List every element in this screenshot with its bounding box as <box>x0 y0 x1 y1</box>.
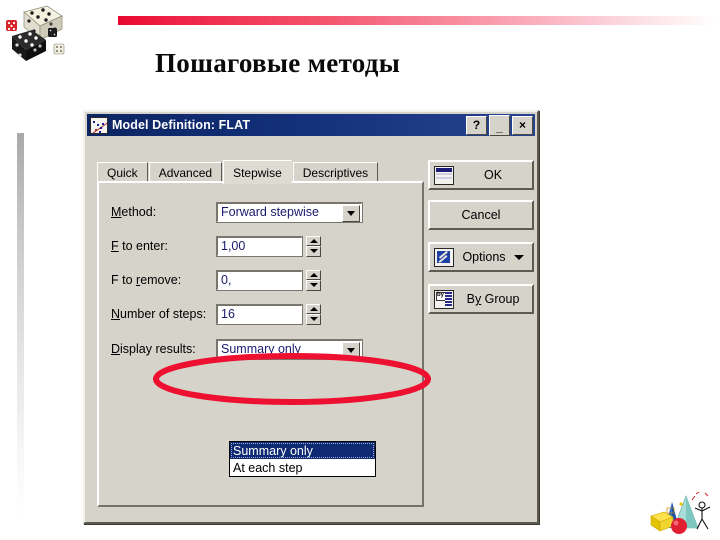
field-row-display-results: Display results: Summary only <box>111 338 363 360</box>
stepwise-tab-panel: Method: Forward stepwise F to enter: 1,0… <box>97 181 424 507</box>
tab-quick[interactable]: Quick <box>97 162 148 182</box>
chevron-down-icon <box>514 254 524 260</box>
options-button-label: Options <box>462 250 506 264</box>
by-group-button-label: By Group <box>466 292 520 306</box>
tab-stepwise[interactable]: Stepwise <box>223 160 292 184</box>
dropdown-option-at-each-step[interactable]: At each step <box>230 459 375 476</box>
tab-descriptives[interactable]: Descriptives <box>292 162 379 182</box>
options-button[interactable]: Options <box>428 242 534 272</box>
field-row-f-to-enter: F to enter: 1,00 <box>111 235 321 257</box>
field-row-number-of-steps: Number of steps: 16 <box>111 303 321 325</box>
by-group-icon: by <box>434 289 454 309</box>
f-to-remove-label: F to remove: <box>111 273 182 287</box>
display-results-value: Summary only <box>221 342 301 356</box>
by-group-button[interactable]: by By Group <box>428 284 534 314</box>
field-row-method: Method: Forward stepwise <box>111 201 363 223</box>
f-to-enter-input[interactable]: 1,00 <box>216 235 303 257</box>
close-button[interactable]: × <box>512 115 533 135</box>
dropdown-option-summary-only[interactable]: Summary only <box>230 442 375 459</box>
stepper-down-icon[interactable] <box>306 280 321 291</box>
left-accent-stripe <box>17 133 24 518</box>
spreadsheet-icon <box>434 165 454 185</box>
method-combobox[interactable]: Forward stepwise <box>216 201 363 223</box>
stepper-up-icon[interactable] <box>306 303 321 314</box>
display-results-combobox[interactable]: Summary only <box>216 338 363 360</box>
stepper-down-icon[interactable] <box>306 246 321 257</box>
number-of-steps-input[interactable]: 16 <box>216 303 303 325</box>
help-button[interactable]: ? <box>466 115 487 135</box>
scatterplot-icon <box>90 116 108 134</box>
tool-icon <box>434 247 454 267</box>
dialog-title: Model Definition: FLAT <box>112 118 251 132</box>
tabstrip: Quick Advanced Stepwise Descriptives <box>97 160 379 184</box>
ok-button-label: OK <box>483 168 503 182</box>
cancel-button-label: Cancel <box>461 208 501 222</box>
number-of-steps-stepper[interactable] <box>306 303 321 325</box>
method-value: Forward stepwise <box>221 205 319 219</box>
number-of-steps-label: Number of steps: <box>111 307 207 321</box>
stepper-down-icon[interactable] <box>306 314 321 325</box>
tab-advanced[interactable]: Advanced <box>148 162 223 182</box>
display-results-dropdown-list[interactable]: Summary only At each step <box>229 441 376 477</box>
field-row-f-to-remove: F to remove: 0, <box>111 269 321 291</box>
dialog-titlebar[interactable]: Model Definition: FLAT ? _ × <box>87 114 535 136</box>
f-to-enter-stepper[interactable] <box>306 235 321 257</box>
f-to-remove-input[interactable]: 0, <box>216 269 303 291</box>
dice-clipart <box>6 5 65 61</box>
display-results-label: Display results: <box>111 342 196 356</box>
chevron-down-icon[interactable] <box>342 341 360 359</box>
red-accent-bar <box>118 16 718 25</box>
3d-shapes-clipart <box>650 491 711 534</box>
stepper-up-icon[interactable] <box>306 269 321 280</box>
model-definition-dialog: Model Definition: FLAT ? _ × Quick Advan… <box>83 110 539 524</box>
f-to-remove-stepper[interactable] <box>306 269 321 291</box>
stepper-up-icon[interactable] <box>306 235 321 246</box>
chevron-down-icon[interactable] <box>342 204 360 222</box>
f-to-enter-label: F to enter: <box>111 239 168 253</box>
minimize-button[interactable]: _ <box>489 114 510 136</box>
method-label: Method: <box>111 205 157 219</box>
page-title: Пошаговые методы <box>155 48 401 78</box>
cancel-button[interactable]: Cancel <box>428 200 534 230</box>
ok-button[interactable]: OK <box>428 160 534 190</box>
